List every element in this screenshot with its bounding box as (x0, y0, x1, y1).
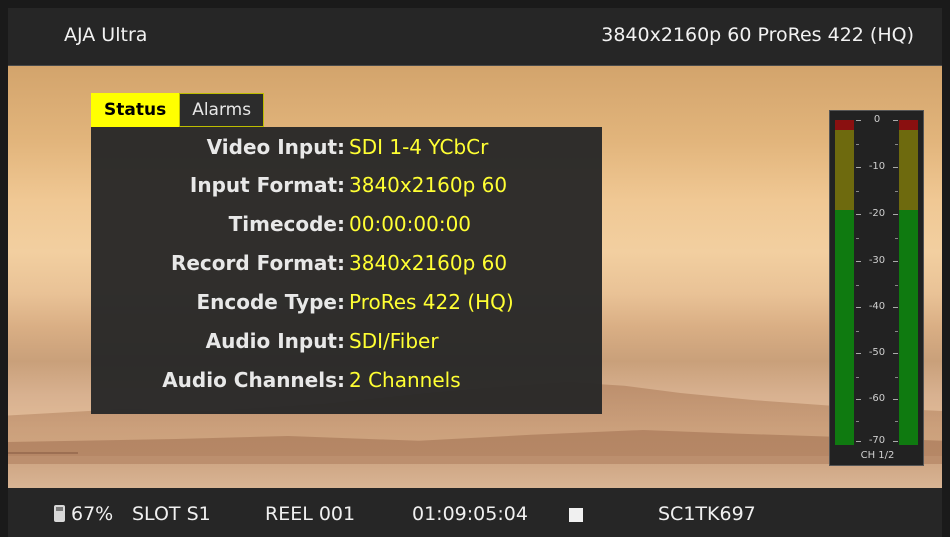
meter-tick-label: 0 (856, 114, 898, 125)
media-remaining-percent: 67% (71, 503, 114, 525)
meter-warn-segment (899, 130, 918, 210)
status-label: Audio Input: (205, 329, 345, 353)
meter-peak-segment (835, 120, 854, 130)
meter-tick-label: -40 (856, 301, 898, 312)
meter-minor-tick (856, 285, 898, 286)
meter-tick-label: -30 (856, 255, 898, 266)
status-label: Timecode: (228, 212, 345, 236)
status-value: 2 Channels (349, 368, 461, 392)
status-value: ProRes 422 (HQ) (349, 290, 514, 314)
audio-meter-right-channel (899, 120, 918, 445)
slot-indicator: SLOT S1 (132, 503, 211, 525)
meter-minor-tick (856, 144, 898, 145)
status-value: SDI 1-4 YCbCr (349, 135, 489, 159)
stop-icon (569, 508, 583, 522)
tab-bar: Status Alarms (91, 93, 265, 127)
meter-tick-label: -60 (856, 393, 898, 404)
meter-minor-tick (856, 238, 898, 239)
status-value: 00:00:00:00 (349, 212, 472, 236)
meter-level-segment (899, 210, 918, 445)
meter-peak-segment (899, 120, 918, 130)
meter-level-segment (835, 210, 854, 445)
meter-minor-tick (856, 377, 898, 378)
status-panel: Video Input: SDI 1-4 YCbCr Input Format:… (91, 127, 602, 414)
meter-tick-label: -20 (856, 208, 898, 219)
status-row-video-input: Video Input: SDI 1-4 YCbCr (91, 129, 602, 167)
status-row-record-format: Record Format: 3840x2160p 60 (91, 245, 602, 283)
meter-tick-label: -10 (856, 161, 898, 172)
status-label: Record Format: (170, 251, 345, 275)
tab-status[interactable]: Status (91, 93, 180, 127)
monitor-screen: AJA Ultra 3840x2160p 60 ProRes 422 (HQ) … (8, 8, 942, 537)
status-row-timecode: Timecode: 00:00:00:00 (91, 206, 602, 244)
recording-format: 3840x2160p 60 ProRes 422 (HQ) (601, 24, 914, 46)
status-value: 3840x2160p 60 (349, 173, 508, 197)
media-card-icon (54, 505, 65, 522)
device-name: AJA Ultra (64, 24, 148, 46)
status-label: Encode Type: (196, 290, 345, 314)
clip-name: SC1TK697 (658, 503, 756, 525)
meter-scale: 0 -10 -20 -30 -40 -50 -60 -70 (856, 111, 898, 451)
status-value: 3840x2160p 60 (349, 251, 508, 275)
divider (8, 65, 942, 66)
tab-alarms[interactable]: Alarms (179, 93, 265, 127)
status-value: SDI/Fiber (349, 329, 439, 353)
audio-meter-left-channel (835, 120, 854, 445)
status-row-input-format: Input Format: 3840x2160p 60 (91, 167, 602, 205)
reel-indicator: REEL 001 (265, 503, 356, 525)
top-status-bar: AJA Ultra 3840x2160p 60 ProRes 422 (HQ) (8, 8, 942, 65)
meter-tick-label: -50 (856, 347, 898, 358)
timecode-display: 01:09:05:04 (412, 503, 528, 525)
meter-tick-label: -70 (856, 435, 898, 446)
meter-minor-tick (856, 191, 898, 192)
status-row-encode-type: Encode Type: ProRes 422 (HQ) (91, 284, 602, 322)
status-label: Video Input: (206, 135, 345, 159)
status-row-audio-input: Audio Input: SDI/Fiber (91, 323, 602, 361)
status-label: Input Format: (189, 173, 345, 197)
bottom-status-bar: 67% SLOT S1 REEL 001 01:09:05:04 SC1TK69… (8, 488, 942, 537)
meter-minor-tick (856, 421, 898, 422)
background-bridge (8, 452, 78, 462)
status-label: Audio Channels: (162, 368, 345, 392)
meter-warn-segment (835, 130, 854, 210)
meter-minor-tick (856, 331, 898, 332)
audio-level-meter: 0 -10 -20 -30 -40 -50 -60 -70 CH 1/2 (829, 110, 924, 466)
status-row-audio-channels: Audio Channels: 2 Channels (91, 362, 602, 400)
meter-channel-label: CH 1/2 (860, 450, 895, 461)
